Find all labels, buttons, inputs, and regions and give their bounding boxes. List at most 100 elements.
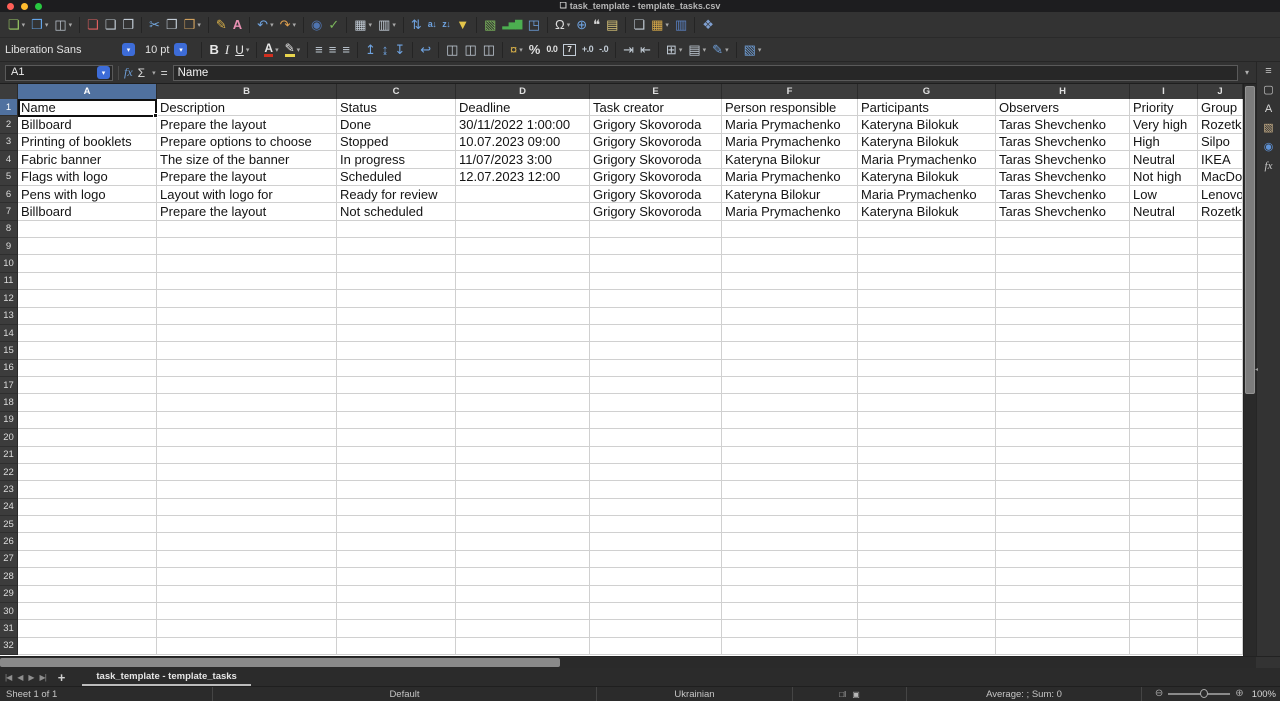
cell-C7[interactable]: Not scheduled xyxy=(337,203,456,221)
cell-I21[interactable] xyxy=(1130,446,1198,464)
cell-C12[interactable] xyxy=(337,290,456,308)
function-wizard-icon[interactable]: fx xyxy=(124,65,133,80)
cell-E22[interactable] xyxy=(590,463,722,482)
first-sheet-icon[interactable]: |◀ xyxy=(2,673,14,682)
cell-I28[interactable] xyxy=(1130,568,1198,586)
cell-A32[interactable] xyxy=(18,637,157,655)
horizontal-scrollbar-thumb[interactable] xyxy=(0,658,560,667)
cell-D2[interactable]: 30/11/2022 1:00:00 xyxy=(456,116,590,134)
cell-H18[interactable] xyxy=(996,394,1130,412)
cell-J18[interactable] xyxy=(1198,394,1243,412)
cell-J13[interactable] xyxy=(1198,307,1243,325)
zoom-slider[interactable] xyxy=(1168,689,1231,698)
cell-E27[interactable] xyxy=(590,550,722,569)
row-header-24[interactable]: 24 xyxy=(0,498,18,516)
minimize-window-button[interactable] xyxy=(21,3,28,10)
row-header-4[interactable]: 4 xyxy=(0,151,18,169)
cell-F10[interactable] xyxy=(722,255,858,273)
equals-formula-icon[interactable]: = xyxy=(161,66,168,80)
cell-I23[interactable] xyxy=(1130,481,1198,499)
font-size-dropdown-icon[interactable]: ▾ xyxy=(174,43,188,56)
formula-input[interactable]: Name xyxy=(172,64,1238,81)
cell-E19[interactable] xyxy=(590,411,722,430)
insert-rows-button[interactable]: ▦ ▾ xyxy=(351,15,375,35)
cell-F24[interactable] xyxy=(722,498,858,516)
cell-J1[interactable]: Group xyxy=(1198,99,1243,117)
row-header-19[interactable]: 19 xyxy=(0,411,18,430)
conditional-formatting-button[interactable]: ▦ ▾ xyxy=(648,15,672,35)
cell-D13[interactable] xyxy=(456,307,590,325)
copy-button[interactable]: ❐ xyxy=(163,15,181,35)
cell-B18[interactable] xyxy=(157,394,337,412)
cell-B26[interactable] xyxy=(157,533,337,551)
cell-B2[interactable]: Prepare the layout xyxy=(157,116,337,134)
cell-A28[interactable] xyxy=(18,568,157,586)
column-header-C[interactable]: C xyxy=(337,84,456,99)
font-color-button[interactable]: A ▾ xyxy=(261,40,281,60)
cell-C14[interactable] xyxy=(337,324,456,343)
cell-A22[interactable] xyxy=(18,463,157,482)
align-right-button[interactable]: ≡ xyxy=(339,40,353,60)
cell-H10[interactable] xyxy=(996,255,1130,273)
cell-C17[interactable] xyxy=(337,377,456,395)
bold-button[interactable]: B xyxy=(206,40,221,60)
cell-E12[interactable] xyxy=(590,290,722,308)
cell-F3[interactable]: Maria Prymachenko xyxy=(722,133,858,152)
cell-E8[interactable] xyxy=(590,220,722,238)
row-header-11[interactable]: 11 xyxy=(0,272,18,291)
row-header-15[interactable]: 15 xyxy=(0,342,18,360)
zoom-level[interactable]: 100% xyxy=(1252,689,1276,700)
border-style-dropdown-icon[interactable]: ▾ xyxy=(703,46,707,54)
cell-I14[interactable] xyxy=(1130,324,1198,343)
column-header-D[interactable]: D xyxy=(456,84,590,99)
new-document-button[interactable]: ❏ ▾ xyxy=(5,15,28,35)
cell-C19[interactable] xyxy=(337,411,456,430)
cell-I31[interactable] xyxy=(1130,620,1198,638)
cell-C31[interactable] xyxy=(337,620,456,638)
currency-format-dropdown-icon[interactable]: ▾ xyxy=(519,46,523,54)
cell-B20[interactable] xyxy=(157,429,337,447)
cell-F30[interactable] xyxy=(722,602,858,621)
cell-E26[interactable] xyxy=(590,533,722,551)
cell-A17[interactable] xyxy=(18,377,157,395)
cell-G1[interactable]: Participants xyxy=(858,99,996,117)
name-box-dropdown-icon[interactable]: ▾ xyxy=(97,66,110,79)
merge-cells-button[interactable]: ◫ xyxy=(461,40,479,60)
row-header-21[interactable]: 21 xyxy=(0,446,18,464)
cell-B30[interactable] xyxy=(157,602,337,621)
cell-I1[interactable]: Priority xyxy=(1130,99,1198,117)
row-header-25[interactable]: 25 xyxy=(0,516,18,534)
last-sheet-icon[interactable]: ▶| xyxy=(37,673,49,682)
cell-G28[interactable] xyxy=(858,568,996,586)
cell-B31[interactable] xyxy=(157,620,337,638)
cell-H1[interactable]: Observers xyxy=(996,99,1130,117)
row-header-26[interactable]: 26 xyxy=(0,533,18,551)
cell-B22[interactable] xyxy=(157,463,337,482)
cell-H27[interactable] xyxy=(996,550,1130,569)
cell-G20[interactable] xyxy=(858,429,996,447)
cell-B1[interactable]: Description xyxy=(157,99,337,117)
conditional-dropdown-icon[interactable]: ▾ xyxy=(758,46,762,54)
cell-C16[interactable] xyxy=(337,359,456,377)
cell-B4[interactable]: The size of the banner xyxy=(157,151,337,169)
maximize-window-button[interactable] xyxy=(35,3,42,10)
column-header-G[interactable]: G xyxy=(858,84,996,99)
cell-A7[interactable]: Billboard xyxy=(18,203,157,221)
cell-C1[interactable]: Status xyxy=(337,99,456,117)
cell-C29[interactable] xyxy=(337,585,456,603)
cell-B27[interactable] xyxy=(157,550,337,569)
insert-rows-dropdown-icon[interactable]: ▾ xyxy=(369,21,373,29)
cell-J21[interactable] xyxy=(1198,446,1243,464)
cell-I6[interactable]: Low xyxy=(1130,185,1198,204)
cell-J28[interactable] xyxy=(1198,568,1243,586)
borders-button[interactable]: ⊞ ▾ xyxy=(663,40,685,60)
cell-D28[interactable] xyxy=(456,568,590,586)
cell-I20[interactable] xyxy=(1130,429,1198,447)
cell-G8[interactable] xyxy=(858,220,996,238)
cell-G26[interactable] xyxy=(858,533,996,551)
cell-D21[interactable] xyxy=(456,446,590,464)
cell-H5[interactable]: Taras Shevchenko xyxy=(996,168,1130,186)
cell-I24[interactable] xyxy=(1130,498,1198,516)
cell-C13[interactable] xyxy=(337,307,456,325)
cell-H23[interactable] xyxy=(996,481,1130,499)
